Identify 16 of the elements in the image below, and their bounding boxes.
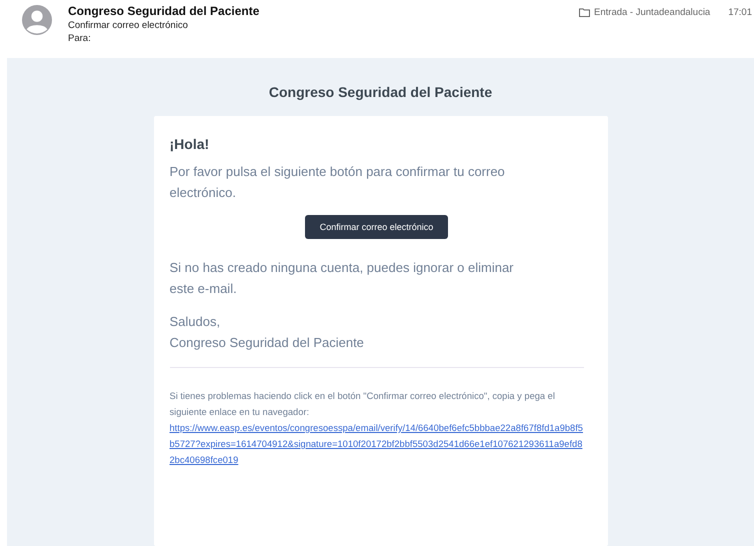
intro-text: Por favor pulsa el siguiente botón para confirmar tu correo electrónico. (170, 163, 506, 202)
greeting: ¡Hola! (170, 136, 210, 152)
salutation: Saludos, (170, 314, 220, 329)
email-subject: Confirmar correo electrónico (68, 19, 189, 32)
verification-link[interactable]: https://www.easp.es/eventos/congresoesspa/email/verify/14/6640bef6efc5bbbae22a8f67f8fd1a9b8f5b5727?expires=1614704912&signature=1010f20172bf2bbf5503d2541d66e1ef107621293611a9efd82bc40698fce019 (170, 420, 584, 468)
confirm-email-button[interactable]: Confirmar correo electrónico (304, 215, 448, 239)
avatar-icon (22, 5, 52, 35)
ignore-text: Si no has creado ninguna cuenta, puedes ignorar o eliminar este e-mail. (170, 259, 515, 298)
mailbox-folder: Entrada - Juntadeandalucia (594, 7, 710, 18)
signature: Congreso Seguridad del Paciente (170, 335, 364, 350)
folder-icon (579, 8, 590, 17)
received-time: 17:01 (728, 7, 752, 18)
email-brand-title: Congreso Seguridad del Paciente (268, 84, 492, 100)
recipient-label: Para: (68, 32, 92, 45)
sender-name: Congreso Seguridad del Paciente (68, 4, 260, 19)
help-text: Si tienes problemas haciendo click en el botón "Confirmar correo electrónico", copia y pega el siguiente enlace en tu navegador: (170, 390, 556, 419)
